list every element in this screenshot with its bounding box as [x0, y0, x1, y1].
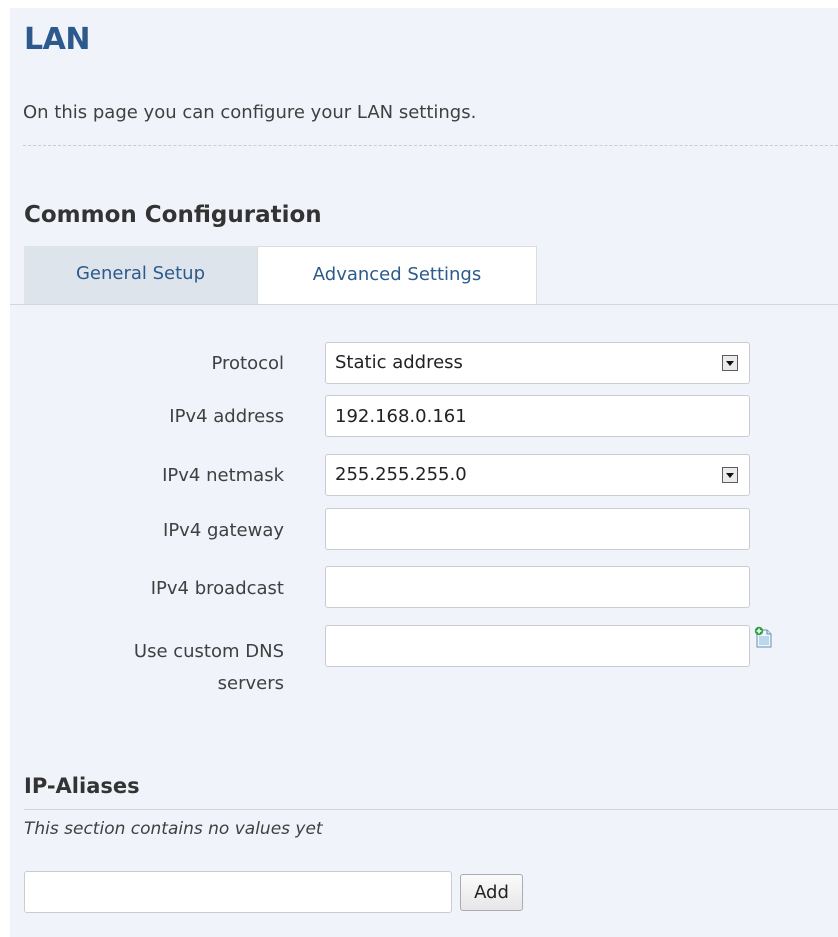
- protocol-label: Protocol: [211, 353, 284, 374]
- ipv4-address-label: IPv4 address: [169, 406, 284, 427]
- tab-advanced-settings[interactable]: Advanced Settings: [257, 246, 537, 304]
- ip-aliases-divider: [24, 809, 838, 810]
- ipv4-broadcast-label: IPv4 broadcast: [150, 578, 284, 599]
- custom-dns-label: Use custom DNS servers: [24, 636, 284, 700]
- page-title: LAN: [24, 22, 90, 57]
- ip-aliases-title: IP-Aliases: [24, 774, 140, 798]
- add-document-icon[interactable]: [754, 626, 774, 648]
- protocol-select[interactable]: Static address: [325, 342, 750, 384]
- ipv4-broadcast-input[interactable]: [325, 566, 750, 608]
- ipv4-gateway-label: IPv4 gateway: [163, 520, 284, 541]
- content-panel: LAN On this page you can configure your …: [10, 8, 838, 937]
- ipv4-netmask-select[interactable]: 255.255.255.0: [325, 454, 750, 496]
- ip-alias-name-input[interactable]: [24, 871, 452, 913]
- protocol-select-value: Static address: [335, 352, 463, 373]
- chevron-down-icon: [722, 467, 738, 483]
- tab-general-setup[interactable]: General Setup: [24, 246, 257, 304]
- page-description: On this page you can configure your LAN …: [23, 102, 477, 123]
- tabs-divider: [10, 304, 838, 305]
- ipv4-netmask-label: IPv4 netmask: [162, 465, 284, 486]
- section-title: Common Configuration: [24, 202, 322, 228]
- config-tabs: General Setup Advanced Settings: [24, 246, 537, 304]
- custom-dns-input[interactable]: [325, 625, 750, 667]
- ipv4-address-input[interactable]: [325, 395, 750, 437]
- custom-dns-label-line1: Use custom DNS: [133, 641, 284, 662]
- custom-dns-label-line2: servers: [217, 673, 284, 694]
- ip-aliases-empty-note: This section contains no values yet: [24, 819, 323, 839]
- description-divider: [23, 145, 838, 146]
- add-alias-button[interactable]: Add: [460, 874, 523, 911]
- chevron-down-icon: [722, 355, 738, 371]
- ipv4-gateway-input[interactable]: [325, 508, 750, 550]
- ipv4-netmask-value: 255.255.255.0: [335, 464, 467, 485]
